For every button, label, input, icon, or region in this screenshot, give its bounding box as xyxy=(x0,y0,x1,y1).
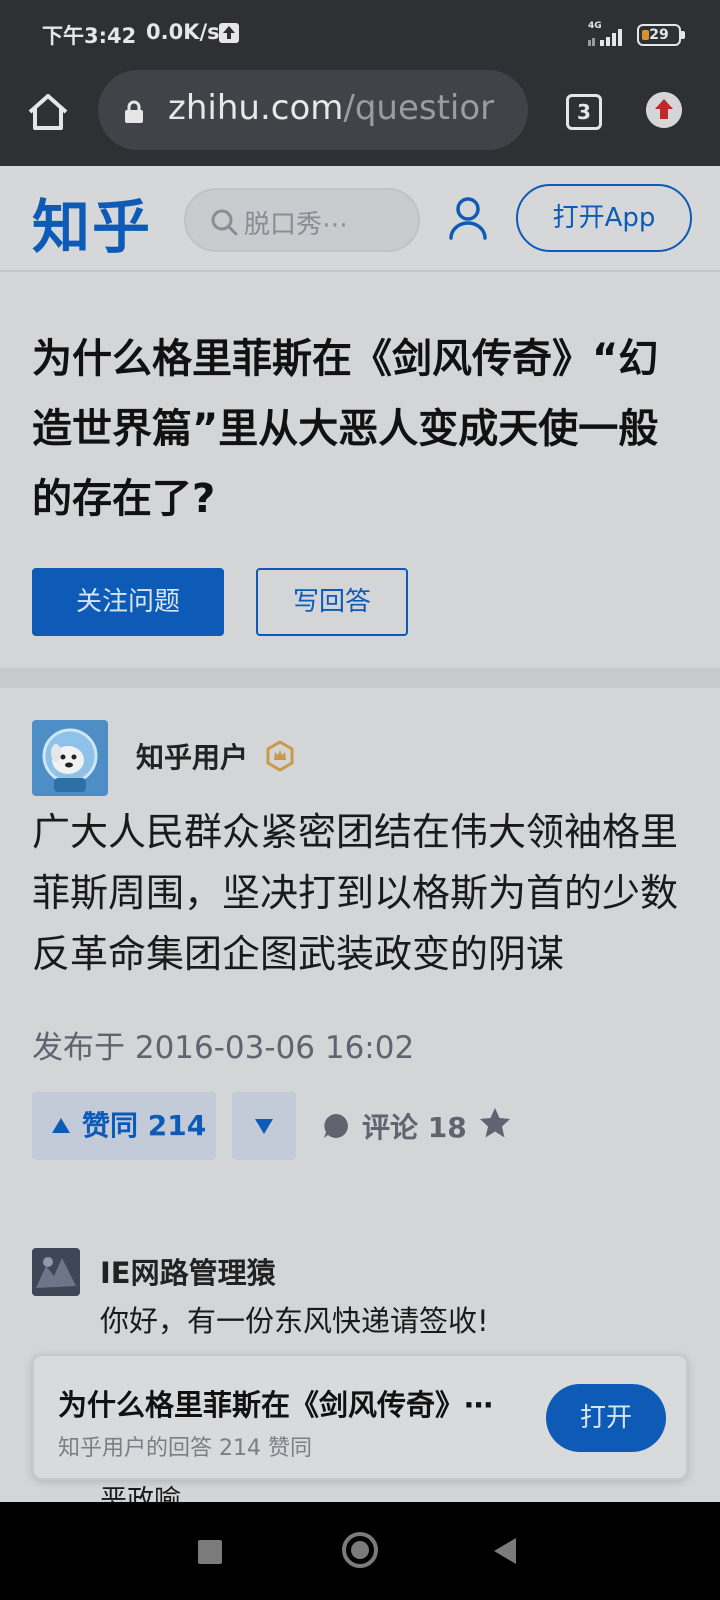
tabs-icon[interactable]: 3 xyxy=(566,94,602,130)
comment-button[interactable]: 评论 18 xyxy=(322,1108,467,1144)
home-circle-icon[interactable] xyxy=(342,1532,378,1568)
url-text: zhihu.com/questior xyxy=(168,88,494,128)
comment-label: 评论 18 xyxy=(362,1111,467,1144)
search-icon xyxy=(211,209,238,236)
author-name[interactable]: 知乎用户 xyxy=(136,736,248,776)
upload-icon xyxy=(219,23,239,43)
system-nav-bar xyxy=(0,1502,720,1600)
update-icon[interactable] xyxy=(646,92,682,128)
comment-icon xyxy=(324,1114,348,1138)
banner-open-button[interactable]: 打开 xyxy=(546,1384,666,1452)
avatar[interactable] xyxy=(32,720,108,796)
comment-author[interactable]: IE网路管理猿 xyxy=(100,1250,276,1292)
vote-up-arrow-icon xyxy=(52,1118,70,1133)
vote-down-arrow-icon xyxy=(255,1119,273,1134)
search-placeholder: 脱口秀⋯ xyxy=(244,210,349,240)
banner-title: 为什么格里菲斯在《剑风传奇》⋯ xyxy=(58,1388,494,1422)
user-icon[interactable] xyxy=(448,196,488,240)
vote-down-button[interactable] xyxy=(232,1092,296,1160)
battery-indicator: 29 xyxy=(637,24,685,46)
site-header: 知乎 脱口秀⋯ 打开App xyxy=(0,166,720,272)
back-icon[interactable] xyxy=(494,1538,516,1564)
follow-question-button[interactable]: 关注问题 xyxy=(32,568,224,636)
vote-up-button[interactable]: 赞同 214 xyxy=(32,1092,216,1160)
search-input[interactable]: 脱口秀⋯ xyxy=(184,188,420,252)
recent-apps-icon[interactable] xyxy=(198,1540,222,1564)
publish-time: 发布于 2016-03-06 16:02 xyxy=(32,1030,415,1066)
answer-content: 广大人民群众紧密团结在伟大领袖格里菲斯周围，坚决打到以格斯为首的少数反革命集团企… xyxy=(32,810,679,976)
status-time: 下午3:42 xyxy=(42,24,137,48)
section-divider xyxy=(0,668,720,688)
badge-icon xyxy=(266,740,294,772)
comment-text: 你好，有一份东风快递请签收! xyxy=(100,1304,489,1338)
question-card: 为什么格里菲斯在《剑风传奇》“幻造世界篇”里从大恶人变成天使一般的存在了? 关注… xyxy=(0,274,720,668)
url-host: zhihu.com xyxy=(168,88,344,128)
write-answer-button[interactable]: 写回答 xyxy=(256,568,408,636)
comment-avatar[interactable] xyxy=(32,1248,80,1296)
open-app-button[interactable]: 打开App xyxy=(516,184,692,252)
url-path: /questior xyxy=(343,88,495,128)
open-in-app-banner[interactable]: 为什么格里菲斯在《剑风传奇》⋯ 知乎用户的回答 214 赞同 打开 xyxy=(32,1354,688,1480)
home-icon[interactable] xyxy=(24,88,72,136)
vote-up-label: 赞同 214 xyxy=(82,1109,207,1142)
zhihu-logo[interactable]: 知乎 xyxy=(32,180,152,264)
status-bar: 下午3:42 0.0K/s 4G 29 xyxy=(0,0,720,68)
question-title[interactable]: 为什么格里菲斯在《剑风传奇》“幻造世界篇”里从大恶人变成天使一般的存在了? xyxy=(32,324,692,534)
browser-toolbar: zhihu.com/questior 3 xyxy=(0,68,720,166)
lock-icon xyxy=(125,100,143,123)
url-bar[interactable]: zhihu.com/questior xyxy=(98,70,528,150)
signal-icon xyxy=(588,29,622,46)
star-icon[interactable] xyxy=(478,1106,512,1140)
banner-subtitle: 知乎用户的回答 214 赞同 xyxy=(58,1436,312,1461)
status-net-speed: 0.0K/s xyxy=(146,20,220,44)
